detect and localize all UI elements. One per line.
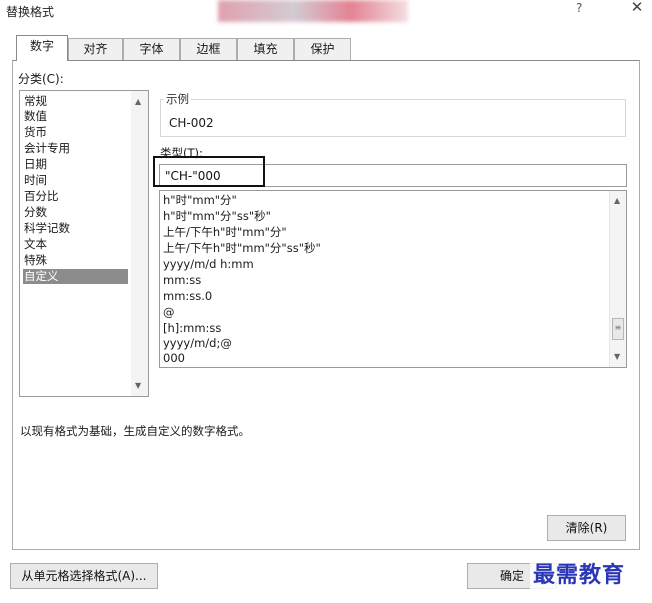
tab-font[interactable]: 字体 bbox=[123, 38, 180, 60]
category-item-text[interactable]: 文本 bbox=[23, 237, 128, 252]
tab-fill[interactable]: 填充 bbox=[237, 38, 294, 60]
format-item[interactable]: h"时"mm"分"ss"秒" bbox=[163, 209, 271, 224]
type-input[interactable] bbox=[159, 164, 627, 187]
format-code-list[interactable]: h"时"mm"分" h"时"mm"分"ss"秒" 上午/下午h"时"mm"分" … bbox=[159, 190, 627, 368]
scroll-up-icon[interactable]: ▲ bbox=[614, 196, 620, 205]
tab-protection[interactable]: 保护 bbox=[294, 38, 351, 60]
category-item-time[interactable]: 时间 bbox=[23, 173, 128, 188]
scroll-down-icon[interactable]: ▼ bbox=[614, 352, 620, 361]
scroll-up-icon[interactable]: ▲ bbox=[135, 97, 141, 106]
type-label: 类型(T): bbox=[160, 146, 203, 160]
sample-label: 示例 bbox=[164, 91, 191, 107]
category-item-special[interactable]: 特殊 bbox=[23, 253, 128, 268]
tab-number[interactable]: 数字 bbox=[16, 35, 68, 61]
format-item[interactable]: mm:ss.0 bbox=[163, 289, 212, 304]
format-description: 以现有格式为基础，生成自定义的数字格式。 bbox=[20, 424, 250, 438]
format-item[interactable]: h"时"mm"分" bbox=[163, 193, 237, 208]
category-label: 分类(C): bbox=[18, 72, 64, 86]
category-item-scientific[interactable]: 科学记数 bbox=[23, 221, 128, 236]
format-item[interactable]: yyyy/m/d;@ bbox=[163, 336, 232, 351]
watermark-logo: 最需教育 bbox=[530, 557, 629, 589]
close-button[interactable]: ✕ bbox=[626, 0, 648, 18]
category-scrollbar[interactable]: ▲ ▼ bbox=[131, 91, 148, 396]
pick-format-from-cell-button[interactable]: 从单元格选择格式(A)... bbox=[10, 563, 158, 589]
category-item-general[interactable]: 常规 bbox=[23, 94, 128, 109]
category-item-custom[interactable]: 自定义 bbox=[23, 269, 128, 284]
tab-alignment[interactable]: 对齐 bbox=[68, 38, 123, 60]
category-item-number[interactable]: 数值 bbox=[23, 109, 128, 124]
window-title: 替换格式 bbox=[6, 5, 55, 19]
format-item[interactable]: @ bbox=[163, 305, 175, 320]
category-item-date[interactable]: 日期 bbox=[23, 157, 128, 172]
category-item-accounting[interactable]: 会计专用 bbox=[23, 141, 128, 156]
category-item-fraction[interactable]: 分数 bbox=[23, 205, 128, 220]
format-list-scrollbar[interactable]: ▲ ≡ ▼ bbox=[609, 191, 626, 367]
format-item[interactable]: mm:ss bbox=[163, 273, 201, 288]
blurred-title-area bbox=[218, 0, 408, 22]
category-item-percentage[interactable]: 百分比 bbox=[23, 189, 128, 204]
format-item[interactable]: 上午/下午h"时"mm"分"ss"秒" bbox=[163, 241, 321, 256]
scroll-thumb-icon[interactable]: ≡ bbox=[612, 318, 624, 340]
format-item[interactable]: 000 bbox=[163, 351, 185, 366]
help-button[interactable]: ? bbox=[576, 1, 582, 15]
format-item[interactable]: [h]:mm:ss bbox=[163, 321, 221, 336]
sample-group bbox=[160, 99, 626, 137]
scroll-down-icon[interactable]: ▼ bbox=[135, 381, 141, 390]
title-bar: 替换格式 ? ✕ bbox=[0, 0, 652, 26]
format-item[interactable]: yyyy/m/d h:mm bbox=[163, 257, 254, 272]
format-item[interactable]: 上午/下午h"时"mm"分" bbox=[163, 225, 287, 240]
tab-border[interactable]: 边框 bbox=[180, 38, 237, 60]
sample-value: CH-002 bbox=[169, 116, 214, 130]
clear-button[interactable]: 清除(R) bbox=[547, 515, 626, 541]
category-item-currency[interactable]: 货币 bbox=[23, 125, 128, 140]
category-list[interactable]: 常规 数值 货币 会计专用 日期 时间 百分比 分数 科学记数 文本 特殊 自定… bbox=[19, 90, 149, 397]
